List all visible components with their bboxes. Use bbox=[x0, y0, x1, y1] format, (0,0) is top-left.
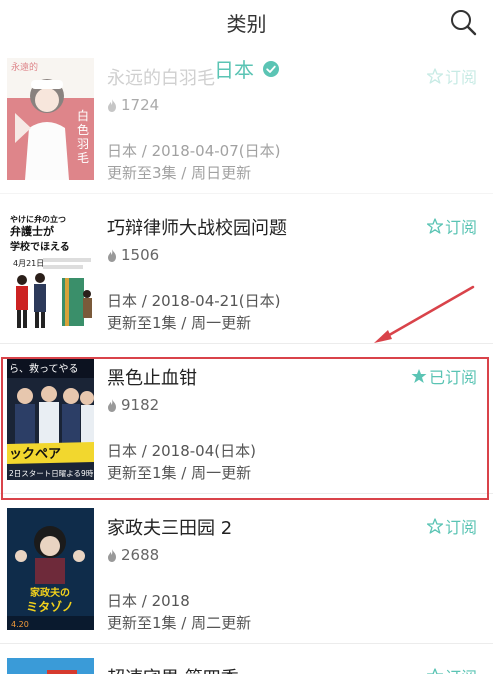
check-circle-icon bbox=[263, 60, 280, 77]
category-filter[interactable]: 日本 bbox=[0, 54, 493, 83]
poster-image: ら、救ってやる ックペア 2日スタート日曜よる9時 bbox=[7, 358, 94, 480]
top-bar: 类别 bbox=[0, 0, 493, 44]
star-outline-icon bbox=[426, 218, 443, 234]
region-date: 日本 / 2018 bbox=[107, 592, 190, 610]
heat-value: 9182 bbox=[121, 396, 160, 414]
list-item[interactable]: ら、救ってやる ックペア 2日スタート日曜よる9時 黑色止血钳 9182 日本 … bbox=[0, 344, 493, 494]
region-date: 日本 / 2018-04-07(日本) bbox=[107, 142, 281, 160]
heat-value: 2688 bbox=[121, 546, 160, 564]
flame-icon bbox=[108, 548, 116, 562]
svg-text:家政夫の: 家政夫の bbox=[30, 586, 70, 599]
heat-count: 9182 bbox=[107, 396, 159, 414]
flame-icon bbox=[108, 398, 116, 412]
star-outline-icon bbox=[426, 518, 443, 534]
subscribe-button[interactable]: 订阅 bbox=[426, 514, 477, 538]
svg-text:羽: 羽 bbox=[77, 137, 89, 151]
update-status: 更新至1集 / 周一更新 bbox=[107, 464, 252, 482]
svg-text:やけに弁の立つ: やけに弁の立つ bbox=[10, 214, 66, 224]
drama-title: 超速宅男 第四季 bbox=[107, 664, 239, 674]
heat-count: 1724 bbox=[107, 96, 159, 114]
subscribe-button[interactable]: 订阅 bbox=[426, 214, 477, 238]
update-status: 更新至1集 / 周二更新 bbox=[107, 614, 252, 632]
subscribe-label: 已订阅 bbox=[428, 368, 477, 387]
svg-text:4.20: 4.20 bbox=[11, 620, 29, 629]
star-outline-icon bbox=[426, 668, 443, 674]
subscribe-label: 订阅 bbox=[445, 664, 477, 674]
svg-text:弁護士が: 弁護士が bbox=[10, 224, 54, 238]
list-item[interactable]: やけに弁の立つ 弁護士が 学校でほえる 4月21日 巧辩律师大战校园问题 150… bbox=[0, 194, 493, 344]
subscribe-label: 订阅 bbox=[444, 218, 477, 237]
region-date: 日本 / 2018-04-21(日本) bbox=[107, 292, 281, 310]
svg-text:ら、救ってやる: ら、救ってやる bbox=[9, 362, 79, 375]
svg-text:白: 白 bbox=[77, 108, 89, 123]
subscribed-button[interactable]: 已订阅 bbox=[411, 364, 477, 388]
poster-image: やけに弁の立つ 弁護士が 学校でほえる 4月21日 bbox=[7, 208, 94, 330]
flame-icon bbox=[108, 248, 116, 262]
poster-image bbox=[7, 658, 94, 674]
svg-text:4月21日: 4月21日 bbox=[13, 259, 44, 268]
heat-count: 1506 bbox=[107, 246, 159, 264]
list-item[interactable]: 家政夫の ミタゾノ 4.20 家政夫三田园 2 2688 日本 / 2018 更… bbox=[0, 494, 493, 644]
subscribe-button[interactable]: 订阅 bbox=[426, 664, 477, 674]
subscribe-label: 订阅 bbox=[444, 518, 477, 537]
page-title: 类别 bbox=[226, 12, 267, 36]
filter-label: 日本 bbox=[213, 58, 254, 82]
update-status: 更新至3集 / 周日更新 bbox=[107, 164, 252, 182]
flame-icon bbox=[108, 98, 116, 112]
svg-text:ミタゾノ: ミタゾノ bbox=[26, 599, 74, 614]
drama-title: 巧辩律师大战校园问题 bbox=[107, 218, 287, 239]
heat-value: 1506 bbox=[121, 246, 160, 264]
heat-count: 2688 bbox=[107, 546, 159, 564]
heat-value: 1724 bbox=[121, 96, 160, 114]
drama-title: 家政夫三田园 2 bbox=[107, 518, 233, 539]
poster-image: 家政夫の ミタゾノ 4.20 bbox=[7, 508, 94, 630]
svg-text:学校でほえる: 学校でほえる bbox=[10, 240, 70, 253]
list-item[interactable]: 超速宅男 第四季 订阅 bbox=[0, 644, 493, 674]
drama-title: 黑色止血钳 bbox=[107, 368, 197, 389]
svg-text:色: 色 bbox=[77, 123, 89, 137]
star-filled-icon bbox=[411, 369, 427, 383]
svg-text:毛: 毛 bbox=[77, 151, 89, 165]
svg-text:2日スタート日曜よる9時: 2日スタート日曜よる9時 bbox=[9, 469, 94, 478]
update-status: 更新至1集 / 周一更新 bbox=[107, 314, 252, 332]
svg-text:ックペア: ックペア bbox=[9, 447, 61, 462]
region-date: 日本 / 2018-04(日本) bbox=[107, 442, 256, 460]
search-icon[interactable] bbox=[449, 8, 477, 36]
